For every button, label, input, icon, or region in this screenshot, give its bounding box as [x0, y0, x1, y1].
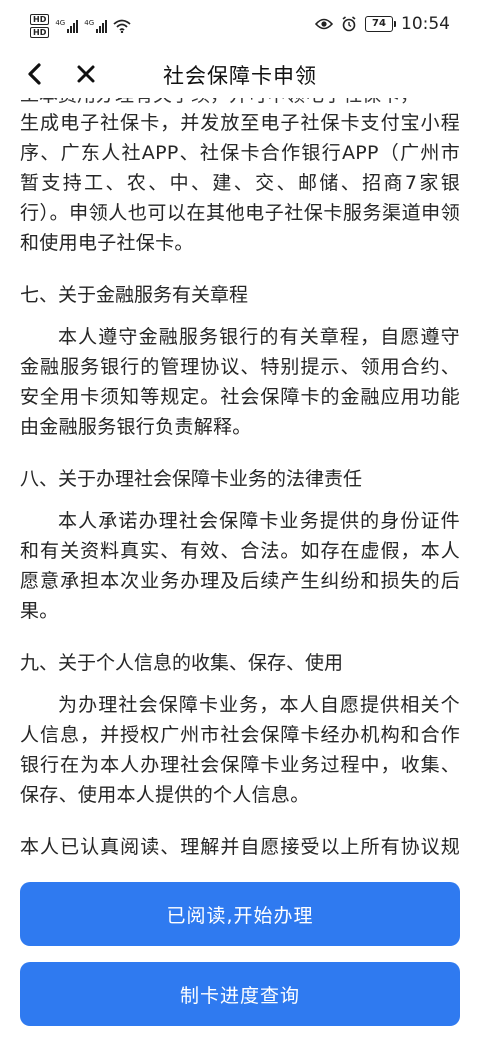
wifi-icon — [113, 19, 131, 33]
section-heading-8: 八、关于办理社会保障卡业务的法律责任 — [20, 468, 363, 490]
section-body-8: 本人承诺办理社会保障卡业务提供的身份证件和有关资料真实、有效、合法。如存在虚假，… — [20, 510, 460, 622]
partial-text-line: 工本费用办理有关手续，并可申领电子社保卡， — [20, 98, 460, 108]
final-statement: 本人已认真阅读、理解并自愿接受以上所有协议规定。 — [20, 836, 460, 858]
card-progress-query-button[interactable]: 制卡进度查询 — [20, 962, 460, 1026]
signal1-tag: 4G — [55, 19, 66, 27]
partial-text: 工本费用办理有关手续，并可申领电子社保卡， — [20, 98, 419, 108]
section-body-7: 本人遵守金融服务银行的有关章程，自愿遵守金融服务银行的管理协议、特别提示、领用合… — [20, 326, 460, 438]
signal-icon-2: 4G — [84, 19, 108, 33]
hd-badge-bottom: HD — [30, 27, 50, 38]
nav-bar: 社会保障卡申领 — [0, 52, 480, 98]
status-right: 74 10:54 — [315, 14, 450, 34]
section-body-9: 为办理社会保障卡业务，本人自愿提供相关个人信息，并授权广州市社会保障卡经办机构和… — [20, 694, 460, 806]
signal-icon-1: 4G — [55, 19, 79, 33]
status-time: 10:54 — [401, 14, 450, 34]
section-heading-7: 七、关于金融服务有关章程 — [20, 284, 249, 306]
section-heading-9: 九、关于个人信息的收集、保存、使用 — [20, 652, 344, 674]
signal2-tag: 4G — [84, 19, 95, 27]
page-title: 社会保障卡申领 — [163, 64, 317, 88]
alarm-icon — [342, 16, 356, 32]
start-processing-button[interactable]: 已阅读,开始办理 — [20, 882, 460, 946]
hd-badge-top: HD — [30, 14, 50, 25]
eye-icon — [315, 18, 333, 30]
agreement-content[interactable]: 工本费用办理有关手续，并可申领电子社保卡， 生成电子社保卡，并发放至电子社保卡支… — [20, 98, 460, 858]
status-left: HD HD 4G 4G — [30, 14, 131, 38]
battery-icon: 74 — [365, 16, 396, 32]
intro-paragraph: 生成电子社保卡，并发放至电子社保卡支付宝小程序、广东人社APP、社保卡合作银行A… — [20, 112, 460, 254]
hd-indicator: HD HD — [30, 14, 50, 38]
status-bar: HD HD 4G 4G 74 10:54 — [0, 0, 480, 52]
